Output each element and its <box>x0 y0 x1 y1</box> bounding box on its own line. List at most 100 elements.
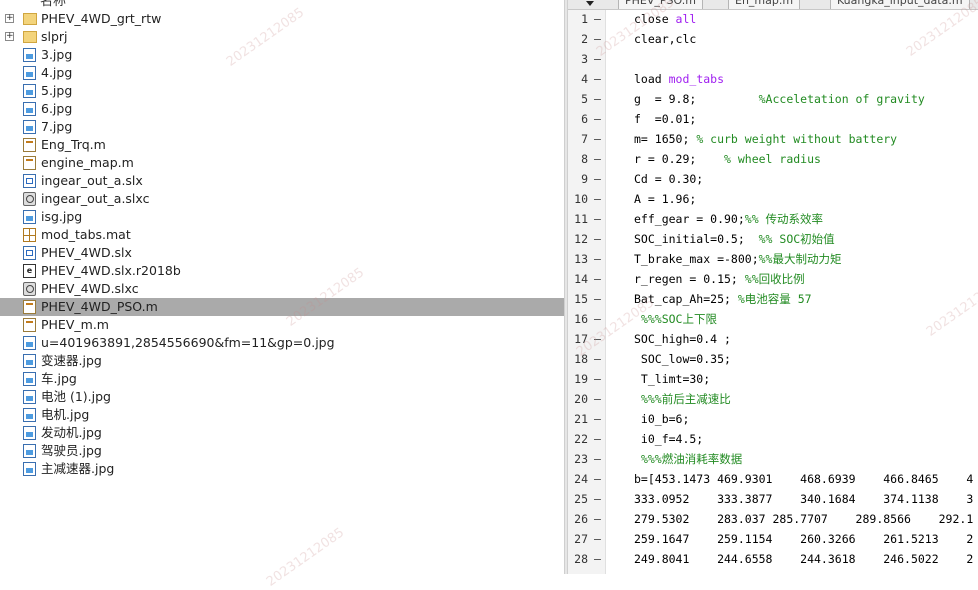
file-item[interactable]: engine_map.m <box>0 154 564 172</box>
file-item[interactable]: ingear_out_a.slxc <box>0 190 564 208</box>
code-line[interactable]: 12– SOC_initial=0.5; %% SOC初始值 <box>568 229 978 249</box>
file-item[interactable]: e PHEV_4WD.slx.r2018b <box>0 262 564 280</box>
code-line[interactable]: 11– eff_gear = 0.90;%% 传动系效率 <box>568 209 978 229</box>
line-number: 5 <box>581 92 588 106</box>
code-text: r_regen = 0.15; %%回收比例 <box>634 269 805 289</box>
code-text: g = 9.8; %Acceletation of gravity <box>634 89 925 109</box>
code-line[interactable]: 27– 259.1647 259.1154 260.3266 261.5213 2 <box>568 529 978 549</box>
code-text: f =0.01; <box>634 109 696 129</box>
tab-list-dropdown-icon[interactable] <box>586 1 594 6</box>
code-line[interactable]: 6– f =0.01; <box>568 109 978 129</box>
breakpoint-marker[interactable]: – <box>594 9 601 29</box>
file-item[interactable]: 车.jpg <box>0 370 564 388</box>
breakpoint-marker[interactable]: – <box>594 289 601 309</box>
code-string: mod_tabs <box>668 72 725 86</box>
code-line[interactable]: 10– A = 1.96; <box>568 189 978 209</box>
breakpoint-marker[interactable]: – <box>594 429 601 449</box>
code-line[interactable]: 23– %%%燃油消耗率数据 <box>568 449 978 469</box>
code-line[interactable]: 13– T_brake_max =-800;%%最大制动力矩 <box>568 249 978 269</box>
breakpoint-marker[interactable]: – <box>594 449 601 469</box>
file-item[interactable]: 发动机.jpg <box>0 424 564 442</box>
file-item[interactable]: 变速器.jpg <box>0 352 564 370</box>
code-text: m= 1650; % curb weight without battery <box>634 129 897 149</box>
code-token: clear,clc <box>634 32 697 46</box>
file-item[interactable]: Eng_Trq.m <box>0 136 564 154</box>
breakpoint-marker[interactable]: – <box>594 529 601 549</box>
file-item[interactable]: PHEV_m.m <box>0 316 564 334</box>
file-name: engine_map.m <box>41 155 134 170</box>
code-line[interactable]: 28– 249.8041 244.6558 244.3618 246.5022 2 <box>568 549 978 569</box>
breakpoint-marker[interactable]: – <box>594 509 601 529</box>
code-comment: %%%燃油消耗率数据 <box>640 452 743 466</box>
breakpoint-marker[interactable]: – <box>594 89 601 109</box>
code-text: i0_b=6; <box>634 409 689 429</box>
file-item[interactable]: 6.jpg <box>0 100 564 118</box>
breakpoint-marker[interactable]: – <box>594 109 601 129</box>
file-item[interactable]: PHEV_4WD_PSO.m <box>0 298 564 316</box>
column-header-name[interactable]: 名称 <box>40 0 66 9</box>
line-number: 23 <box>574 452 588 466</box>
file-item[interactable]: 驾驶员.jpg <box>0 442 564 460</box>
code-line[interactable]: 7– m= 1650; % curb weight without battery <box>568 129 978 149</box>
code-comment: %%%SOC上下限 <box>640 312 717 326</box>
breakpoint-marker[interactable]: – <box>594 129 601 149</box>
breakpoint-marker[interactable]: – <box>594 469 601 489</box>
file-item[interactable]: PHEV_4WD.slx <box>0 244 564 262</box>
file-item[interactable]: 电机.jpg <box>0 406 564 424</box>
line-number: 2 <box>581 32 588 46</box>
code-line[interactable]: 17– SOC_high=0.4 ; <box>568 329 978 349</box>
code-text: SOC_high=0.4 ; <box>634 329 731 349</box>
code-line[interactable]: 20– %%%前后主减速比 <box>568 389 978 409</box>
file-item[interactable]: 7.jpg <box>0 118 564 136</box>
breakpoint-marker[interactable]: – <box>594 369 601 389</box>
code-line[interactable]: 25– 333.0952 333.3877 340.1684 374.1138 3 <box>568 489 978 509</box>
breakpoint-marker[interactable]: – <box>594 189 601 209</box>
file-item[interactable]: isg.jpg <box>0 208 564 226</box>
code-line[interactable]: 21– i0_b=6; <box>568 409 978 429</box>
breakpoint-marker[interactable]: – <box>594 549 601 569</box>
breakpoint-marker[interactable]: – <box>594 389 601 409</box>
file-item[interactable]: 主减速器.jpg <box>0 460 564 478</box>
file-name: 变速器.jpg <box>41 353 102 368</box>
file-name: mod_tabs.mat <box>41 227 131 242</box>
breakpoint-marker[interactable]: – <box>594 309 601 329</box>
code-line[interactable]: 9– Cd = 0.30; <box>568 169 978 189</box>
code-line[interactable]: 26– 279.5302 283.037 285.7707 289.8566 29… <box>568 509 978 529</box>
code-line[interactable]: 5– g = 9.8; %Acceletation of gravity <box>568 89 978 109</box>
code-line[interactable]: 15– Bat_cap_Ah=25; %电池容量 57 <box>568 289 978 309</box>
expand-icon[interactable]: + <box>5 32 14 41</box>
code-token: eff_gear = 0.90; <box>634 212 745 226</box>
file-item[interactable]: ingear_out_a.slx <box>0 172 564 190</box>
breakpoint-marker[interactable]: – <box>594 169 601 189</box>
expand-icon[interactable]: + <box>5 14 14 23</box>
code-line[interactable]: 14– r_regen = 0.15; %%回收比例 <box>568 269 978 289</box>
breakpoint-marker[interactable]: – <box>594 209 601 229</box>
breakpoint-marker[interactable]: – <box>594 349 601 369</box>
code-line[interactable]: 24– b=[453.1473 469.9301 468.6939 466.846… <box>568 469 978 489</box>
line-number: 19 <box>574 372 588 386</box>
breakpoint-marker[interactable]: – <box>594 69 601 89</box>
code-token: SOC_high=0.4 ; <box>634 332 731 346</box>
file-item[interactable]: 5.jpg <box>0 82 564 100</box>
file-item[interactable]: mod_tabs.mat <box>0 226 564 244</box>
file-item[interactable]: PHEV_4WD.slxc <box>0 280 564 298</box>
code-line[interactable]: 4– load mod_tabs <box>568 69 978 89</box>
file-item[interactable]: u=401963891,2854556690&fm=11&gp=0.jpg <box>0 334 564 352</box>
breakpoint-marker[interactable]: – <box>594 409 601 429</box>
file-item[interactable]: 电池 (1).jpg <box>0 388 564 406</box>
breakpoint-marker[interactable]: – <box>594 229 601 249</box>
breakpoint-marker[interactable]: – <box>594 149 601 169</box>
image-file-icon <box>23 102 36 116</box>
file-item[interactable]: 4.jpg <box>0 64 564 82</box>
line-number: 3 <box>581 52 588 66</box>
breakpoint-marker[interactable]: – <box>594 269 601 289</box>
code-line[interactable]: 19– T_limt=30; <box>568 369 978 389</box>
code-line[interactable]: 18– SOC_low=0.35; <box>568 349 978 369</box>
code-token: b=[453.1473 469.9301 468.6939 466.8465 4 <box>634 472 974 486</box>
file-item[interactable]: 3.jpg <box>0 46 564 64</box>
breakpoint-marker[interactable]: – <box>594 249 601 269</box>
code-line[interactable]: 22– i0_f=4.5; <box>568 429 978 449</box>
code-line[interactable]: 8– r = 0.29; % wheel radius <box>568 149 978 169</box>
breakpoint-marker[interactable]: – <box>594 489 601 509</box>
